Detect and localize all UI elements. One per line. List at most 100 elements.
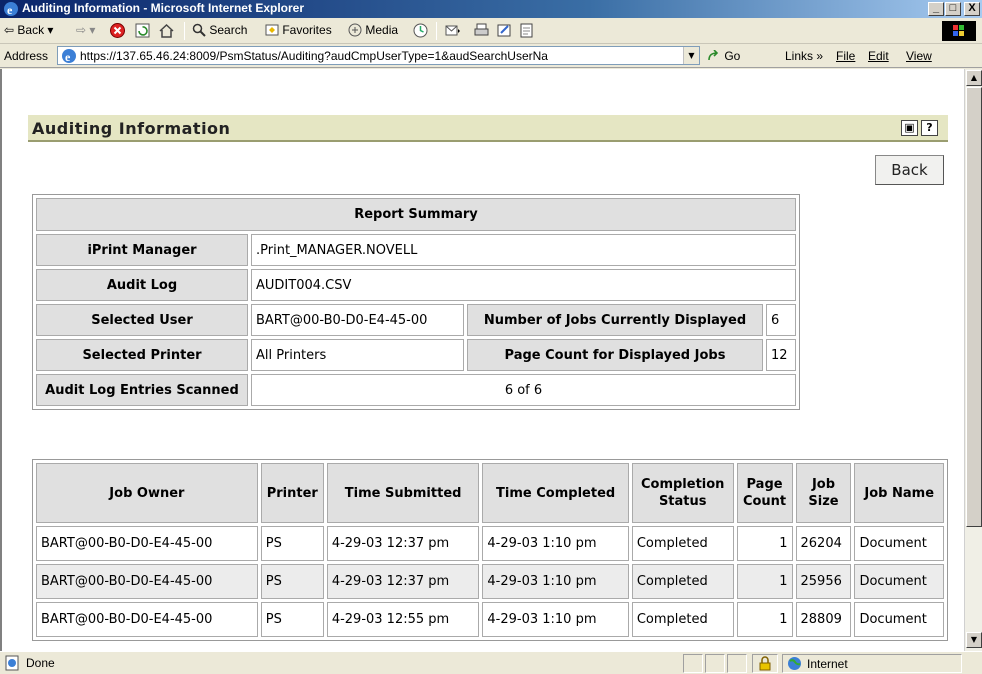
go-arrow-icon bbox=[708, 49, 719, 61]
status-panel bbox=[727, 654, 747, 673]
col-completion-status-line1: Completion bbox=[640, 477, 725, 492]
page-header-title: Auditing Information bbox=[32, 119, 231, 138]
svg-text:e: e bbox=[7, 3, 13, 17]
back-label: Back bbox=[17, 23, 45, 37]
col-printer: Printer bbox=[260, 463, 324, 523]
links-label: Links bbox=[785, 49, 814, 63]
favorites-toolbar-button[interactable]: Favorites bbox=[265, 23, 332, 37]
address-bar: Address e ▼ Go Links » File Edit View bbox=[0, 44, 982, 68]
selected-printer-value: All Printers bbox=[251, 339, 464, 371]
internet-globe-icon bbox=[788, 657, 801, 670]
links-button[interactable]: Links » bbox=[785, 49, 823, 63]
stop-icon[interactable] bbox=[109, 22, 126, 39]
time-submitted-cell: 4-29-03 12:37 pm bbox=[326, 564, 480, 599]
svg-text:e: e bbox=[65, 50, 71, 64]
job-owner-cell: BART@00-B0-D0-E4-45-00 bbox=[36, 564, 258, 599]
address-label: Address bbox=[4, 49, 49, 63]
address-dropdown-button[interactable]: ▼ bbox=[683, 47, 699, 64]
scrollbar-thumb[interactable] bbox=[966, 87, 982, 527]
toolbar-separator bbox=[436, 22, 437, 40]
completion-status-cell: Completed bbox=[631, 564, 734, 599]
entries-scanned-value: 6 of 6 bbox=[251, 374, 796, 406]
back-toolbar-button[interactable]: ⇦ Back ▾ bbox=[4, 23, 53, 37]
col-time-submitted: Time Submitted bbox=[326, 463, 480, 523]
audit-log-value: AUDIT004.CSV bbox=[251, 269, 796, 301]
jobs-displayed-value: 6 bbox=[766, 304, 796, 336]
entries-scanned-label: Audit Log Entries Scanned bbox=[36, 374, 248, 406]
menu-edit[interactable]: Edit bbox=[868, 49, 889, 63]
forward-button[interactable]: ⇨ ▾ bbox=[76, 23, 95, 37]
printer-cell: PS bbox=[260, 564, 324, 599]
selected-printer-label: Selected Printer bbox=[36, 339, 248, 371]
job-owner-cell: BART@00-B0-D0-E4-45-00 bbox=[36, 602, 258, 637]
col-job-size: Job Size bbox=[795, 463, 852, 523]
page-count-label: Page Count for Displayed Jobs bbox=[467, 339, 763, 371]
home-icon[interactable] bbox=[158, 22, 175, 39]
scroll-up-button[interactable]: ▲ bbox=[966, 70, 982, 86]
menu-view-label: View bbox=[906, 49, 932, 63]
col-page-count-line1: Page bbox=[746, 477, 783, 492]
page-count-cell: 1 bbox=[736, 602, 793, 637]
jobs-displayed-label: Number of Jobs Currently Displayed bbox=[467, 304, 763, 336]
address-field[interactable]: e ▼ bbox=[57, 46, 700, 65]
status-bar: Done Internet bbox=[0, 651, 982, 674]
col-completion-status-line2: Status bbox=[658, 494, 707, 509]
report-summary-heading: Report Summary bbox=[36, 198, 796, 231]
vertical-scrollbar[interactable]: ▲ ▼ bbox=[964, 69, 982, 651]
status-panel bbox=[683, 654, 703, 673]
job-name-cell: Document bbox=[854, 564, 944, 599]
col-job-owner: Job Owner bbox=[36, 463, 258, 523]
media-toolbar-button[interactable]: Media bbox=[348, 23, 398, 37]
edit-icon[interactable] bbox=[496, 22, 513, 39]
back-button[interactable]: Back bbox=[875, 155, 944, 185]
help-icon[interactable]: ? bbox=[921, 120, 938, 136]
menu-file[interactable]: File bbox=[836, 49, 855, 63]
print-page-icon[interactable]: ▣ bbox=[901, 120, 918, 136]
col-job-size-line2: Size bbox=[808, 494, 839, 509]
window-title-bar: e Auditing Information - Microsoft Inter… bbox=[0, 0, 982, 18]
selected-user-value: BART@00-B0-D0-E4-45-00 bbox=[251, 304, 464, 336]
menu-view[interactable]: View bbox=[906, 49, 976, 63]
time-submitted-cell: 4-29-03 12:55 pm bbox=[326, 602, 480, 637]
job-size-cell: 26204 bbox=[795, 526, 852, 561]
jobs-header-row: Job Owner Printer Time Submitted Time Co… bbox=[36, 463, 944, 523]
address-input[interactable] bbox=[80, 48, 680, 63]
internet-explorer-icon: e bbox=[4, 2, 18, 17]
time-completed-cell: 4-29-03 1:10 pm bbox=[482, 564, 629, 599]
go-label: Go bbox=[724, 49, 741, 63]
completion-status-cell: Completed bbox=[631, 526, 734, 561]
status-panel bbox=[705, 654, 725, 673]
close-button[interactable]: X bbox=[964, 2, 980, 16]
scroll-down-button[interactable]: ▼ bbox=[966, 632, 982, 648]
zone-label: Internet bbox=[807, 657, 848, 671]
completion-status-cell: Completed bbox=[631, 602, 734, 637]
table-row: BART@00-B0-D0-E4-45-00 PS 4-29-03 12:37 … bbox=[36, 526, 944, 561]
favorites-label: Favorites bbox=[282, 23, 332, 37]
jobs-table: Job Owner Printer Time Submitted Time Co… bbox=[32, 459, 948, 641]
col-time-completed: Time Completed bbox=[482, 463, 629, 523]
report-summary-table: Report Summary iPrint Manager .Print_MAN… bbox=[32, 194, 800, 410]
history-icon[interactable] bbox=[412, 22, 429, 39]
col-job-name: Job Name bbox=[854, 463, 944, 523]
minimize-button[interactable]: _ bbox=[928, 2, 944, 16]
search-toolbar-button[interactable]: Search bbox=[192, 23, 247, 37]
mail-icon[interactable] bbox=[444, 22, 461, 39]
media-icon bbox=[348, 23, 362, 37]
print-icon[interactable] bbox=[473, 22, 490, 39]
col-job-size-line1: Job bbox=[811, 477, 836, 492]
job-name-cell: Document bbox=[854, 526, 944, 561]
refresh-icon[interactable] bbox=[134, 22, 151, 39]
discuss-icon[interactable] bbox=[518, 22, 535, 39]
search-label: Search bbox=[209, 23, 248, 37]
zone-panel: Internet bbox=[782, 654, 962, 673]
maximize-button[interactable]: □ bbox=[945, 2, 961, 16]
search-icon bbox=[192, 23, 206, 37]
page-status-icon bbox=[5, 655, 19, 671]
status-text: Done bbox=[26, 656, 55, 670]
col-completion-status: Completion Status bbox=[631, 463, 734, 523]
page-count-cell: 1 bbox=[736, 564, 793, 599]
media-label: Media bbox=[365, 23, 399, 37]
go-button[interactable]: Go bbox=[707, 49, 740, 63]
security-panel[interactable] bbox=[752, 654, 778, 673]
time-completed-cell: 4-29-03 1:10 pm bbox=[482, 526, 629, 561]
